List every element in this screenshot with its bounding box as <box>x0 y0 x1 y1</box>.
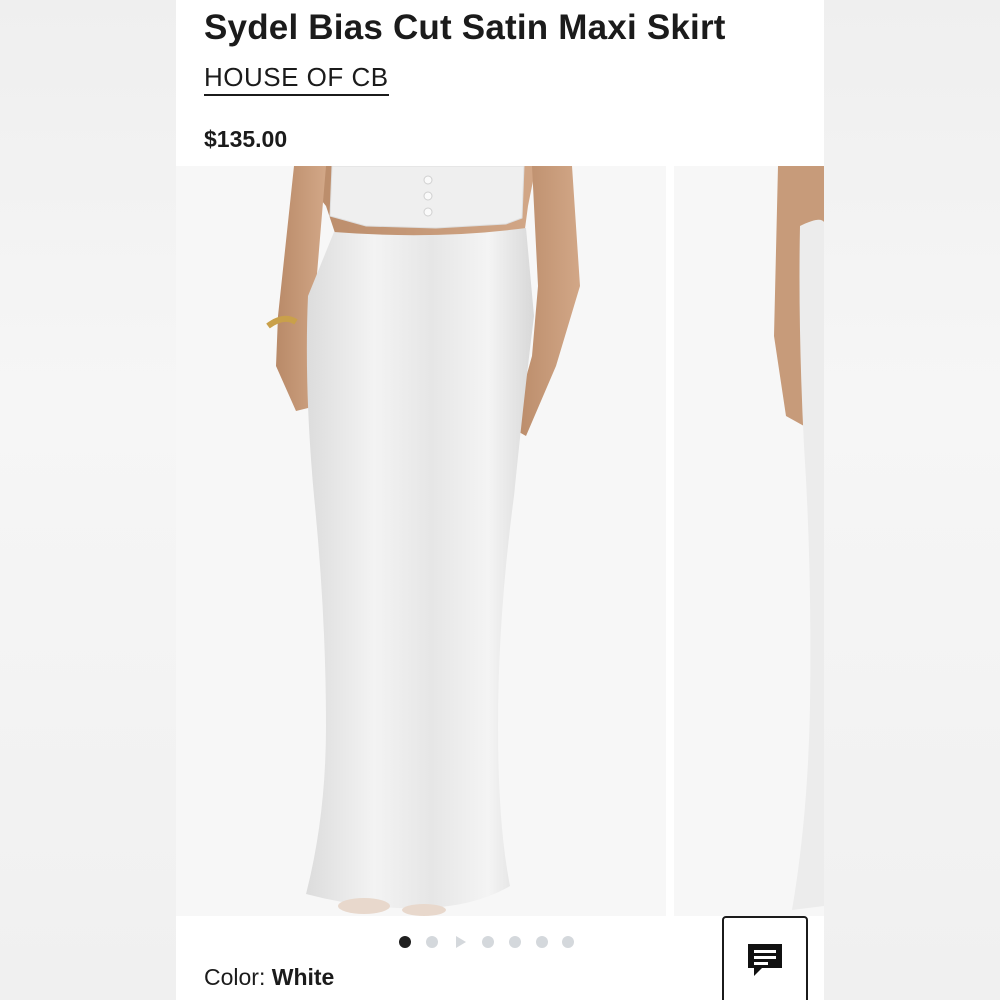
carousel-dot-2[interactable] <box>426 936 438 948</box>
color-selection: Color: White <box>204 964 334 991</box>
carousel-dot-6[interactable] <box>536 936 548 948</box>
carousel-dot-1[interactable] <box>399 936 411 948</box>
carousel-dot-5[interactable] <box>509 936 521 948</box>
skirt-front-photo <box>176 166 666 916</box>
background-left-margin <box>0 0 176 1000</box>
carousel-dot-4[interactable] <box>482 936 494 948</box>
product-page: Sydel Bias Cut Satin Maxi Skirt HOUSE OF… <box>176 0 824 1000</box>
product-title: Sydel Bias Cut Satin Maxi Skirt <box>204 8 726 47</box>
carousel-video-play-icon[interactable] <box>456 936 466 948</box>
product-image-next[interactable] <box>674 166 824 916</box>
color-label: Color: <box>204 964 272 990</box>
color-value: White <box>271 964 335 990</box>
chat-icon <box>748 944 782 976</box>
chat-button[interactable] <box>722 916 808 1000</box>
carousel-dot-7[interactable] <box>562 936 574 948</box>
product-image-main[interactable] <box>176 166 666 916</box>
skirt-side-photo <box>674 166 824 916</box>
background-right-margin <box>824 0 1000 1000</box>
product-price: $135.00 <box>204 126 288 152</box>
image-carousel[interactable] <box>176 166 824 916</box>
brand-link[interactable]: HOUSE OF CB <box>204 62 389 96</box>
